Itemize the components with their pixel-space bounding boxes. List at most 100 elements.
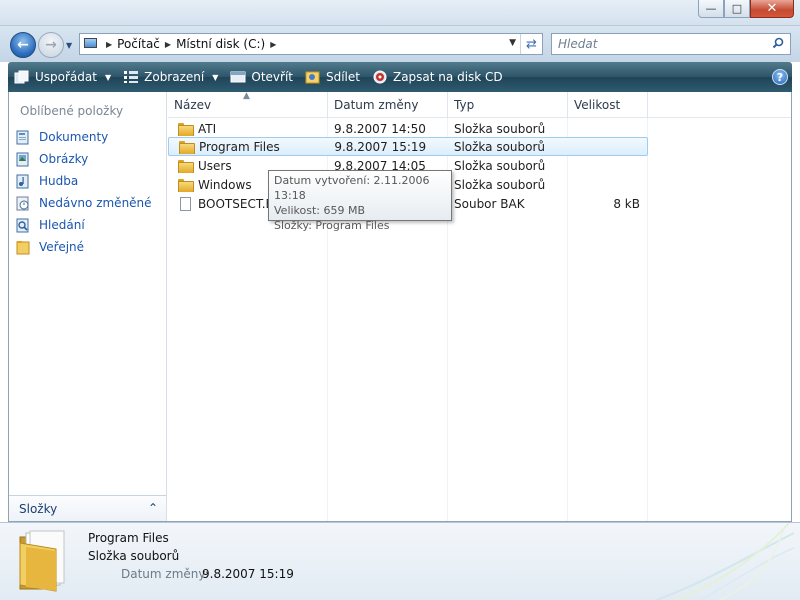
forward-button[interactable]: → xyxy=(38,32,64,58)
column-header-date[interactable]: Datum změny xyxy=(328,92,448,118)
favorite-label: Veřejné xyxy=(39,240,85,254)
favorite-label: Hudba xyxy=(39,174,79,188)
forward-arrow-icon: → xyxy=(45,37,57,53)
breadcrumb-arrow-icon[interactable]: ▶ xyxy=(165,40,171,49)
chevron-up-icon: ⌃ xyxy=(147,501,158,515)
back-arrow-icon: ← xyxy=(17,37,29,53)
breadcrumb-arrow-icon[interactable]: ▶ xyxy=(106,40,112,49)
file-type: Složka souborů xyxy=(453,139,546,154)
search-folder-icon xyxy=(16,218,29,233)
folder-icon xyxy=(178,178,194,192)
column-header-label: Název xyxy=(174,98,212,112)
file-date: 9.8.2007 14:50 xyxy=(334,121,426,136)
organize-label: Uspořádat xyxy=(35,70,97,84)
file-date: 9.8.2007 15:19 xyxy=(334,139,427,154)
search-icon[interactable] xyxy=(772,37,784,49)
folder-icon xyxy=(178,159,194,173)
column-header-row: ▲ Název Datum změny Typ Velikost xyxy=(168,91,791,118)
pictures-icon xyxy=(16,152,29,167)
details-date-label: Datum změny: xyxy=(121,567,209,581)
content-frame: Oblíbené položky Dokumenty Obrázky Hudba… xyxy=(8,91,792,522)
close-icon: ✕ xyxy=(766,1,778,16)
views-label: Zobrazení xyxy=(144,70,205,84)
share-label: Sdílet xyxy=(325,70,360,84)
file-type: Složka souborů xyxy=(454,177,546,192)
column-header-size[interactable]: Velikost xyxy=(568,92,648,118)
tooltip-folders: Složky: Program Files xyxy=(274,219,390,232)
maximize-icon: □ xyxy=(731,2,743,15)
burn-cd-button[interactable]: Zapsat na disk CD xyxy=(366,62,509,92)
decorative-swoosh xyxy=(653,523,794,600)
favorites-list: Dokumenty Obrázky Hudba Nedávno změněné … xyxy=(15,126,152,258)
column-header-name[interactable]: ▲ Název xyxy=(168,91,328,118)
organize-dropdown-icon: ▼ xyxy=(104,72,112,82)
file-name: Windows xyxy=(198,177,252,192)
views-icon xyxy=(124,71,139,83)
recent-icon xyxy=(16,196,29,211)
help-button[interactable]: ? xyxy=(772,69,788,85)
folders-toggle[interactable]: Složky ⌃ xyxy=(9,495,166,521)
tooltip-created: Datum vytvoření: 2.11.2006 13:18 xyxy=(274,174,430,202)
organize-button[interactable]: Uspořádat ▼ xyxy=(8,62,117,92)
refresh-button[interactable]: ⇄ xyxy=(520,34,542,54)
open-label: Otevřít xyxy=(251,70,293,84)
folder-icon xyxy=(178,122,194,136)
file-name: Program Files xyxy=(199,139,280,154)
burn-cd-icon xyxy=(373,70,387,84)
file-type: Složka souborů xyxy=(454,158,546,173)
address-dropdown-icon[interactable]: ▼ xyxy=(509,38,516,48)
views-button[interactable]: Zobrazení ▼ xyxy=(117,62,224,92)
file-name: Users xyxy=(198,158,232,173)
details-name: Program Files xyxy=(88,531,169,545)
favorite-label: Nedávno změněné xyxy=(39,196,152,210)
documents-icon xyxy=(16,130,29,145)
command-bar: Uspořádat ▼ Zobrazení ▼ Otevřít Sdílet Z… xyxy=(8,62,792,92)
help-icon: ? xyxy=(776,70,784,84)
public-folder-icon xyxy=(16,241,30,255)
column-header-label: Datum změny xyxy=(334,98,419,112)
folders-label: Složky xyxy=(19,501,58,516)
breadcrumb-computer[interactable]: Počítač xyxy=(117,37,160,51)
favorites-title: Oblíbené položky xyxy=(20,104,124,118)
views-dropdown-icon: ▼ xyxy=(212,72,219,82)
favorite-link-searches[interactable]: Hledání xyxy=(15,214,152,236)
address-bar[interactable]: ▶ Počítač ▶ Místní disk (C:) ▶ ▼ ⇄ xyxy=(79,33,543,55)
file-name: ATI xyxy=(198,121,217,136)
folder-tooltip: Datum vytvoření: 2.11.2006 13:18 Velikos… xyxy=(268,170,452,232)
file-list: ▲ Název Datum změny Typ Velikost ATI 9.8… xyxy=(168,91,791,521)
share-button[interactable]: Sdílet xyxy=(299,62,366,92)
window-controls: — □ ✕ xyxy=(698,0,794,18)
favorite-link-public[interactable]: Veřejné xyxy=(15,236,152,258)
favorite-link-documents[interactable]: Dokumenty xyxy=(15,126,152,148)
back-button[interactable]: ← xyxy=(10,32,36,58)
minimize-icon: — xyxy=(705,2,717,15)
minimize-button[interactable]: — xyxy=(698,0,724,18)
details-pane: Program Files Složka souborů Datum změny… xyxy=(0,522,800,600)
favorite-label: Hledání xyxy=(39,218,85,232)
column-header-label: Typ xyxy=(454,98,475,112)
file-type: Složka souborů xyxy=(454,121,546,136)
open-icon xyxy=(230,71,246,83)
file-size: 8 kB xyxy=(613,196,640,211)
file-row-selected[interactable]: Program Files 9.8.2007 15:19 Složka soub… xyxy=(168,137,648,156)
open-button[interactable]: Otevřít xyxy=(224,62,299,92)
file-row[interactable]: ATI 9.8.2007 14:50 Složka souborů xyxy=(168,119,648,138)
favorite-link-recent[interactable]: Nedávno změněné xyxy=(15,192,152,214)
search-box xyxy=(551,33,791,55)
favorite-link-music[interactable]: Hudba xyxy=(15,170,152,192)
organize-icon xyxy=(14,70,29,84)
refresh-icon: ⇄ xyxy=(526,36,537,52)
history-dropdown-icon[interactable]: ▼ xyxy=(66,41,72,50)
breadcrumb-local-disk[interactable]: Místní disk (C:) xyxy=(176,37,265,51)
details-type: Složka souborů xyxy=(88,549,180,563)
sort-ascending-icon: ▲ xyxy=(243,91,250,101)
favorite-link-pictures[interactable]: Obrázky xyxy=(15,148,152,170)
burn-cd-label: Zapsat na disk CD xyxy=(392,70,503,84)
close-button[interactable]: ✕ xyxy=(750,0,794,18)
column-header-type[interactable]: Typ xyxy=(448,92,568,118)
details-date-value: 9.8.2007 15:19 xyxy=(202,567,294,581)
title-bar: — □ ✕ xyxy=(0,0,800,26)
breadcrumb-arrow-icon[interactable]: ▶ xyxy=(270,40,276,49)
maximize-button[interactable]: □ xyxy=(724,0,750,18)
search-input[interactable] xyxy=(552,37,762,51)
